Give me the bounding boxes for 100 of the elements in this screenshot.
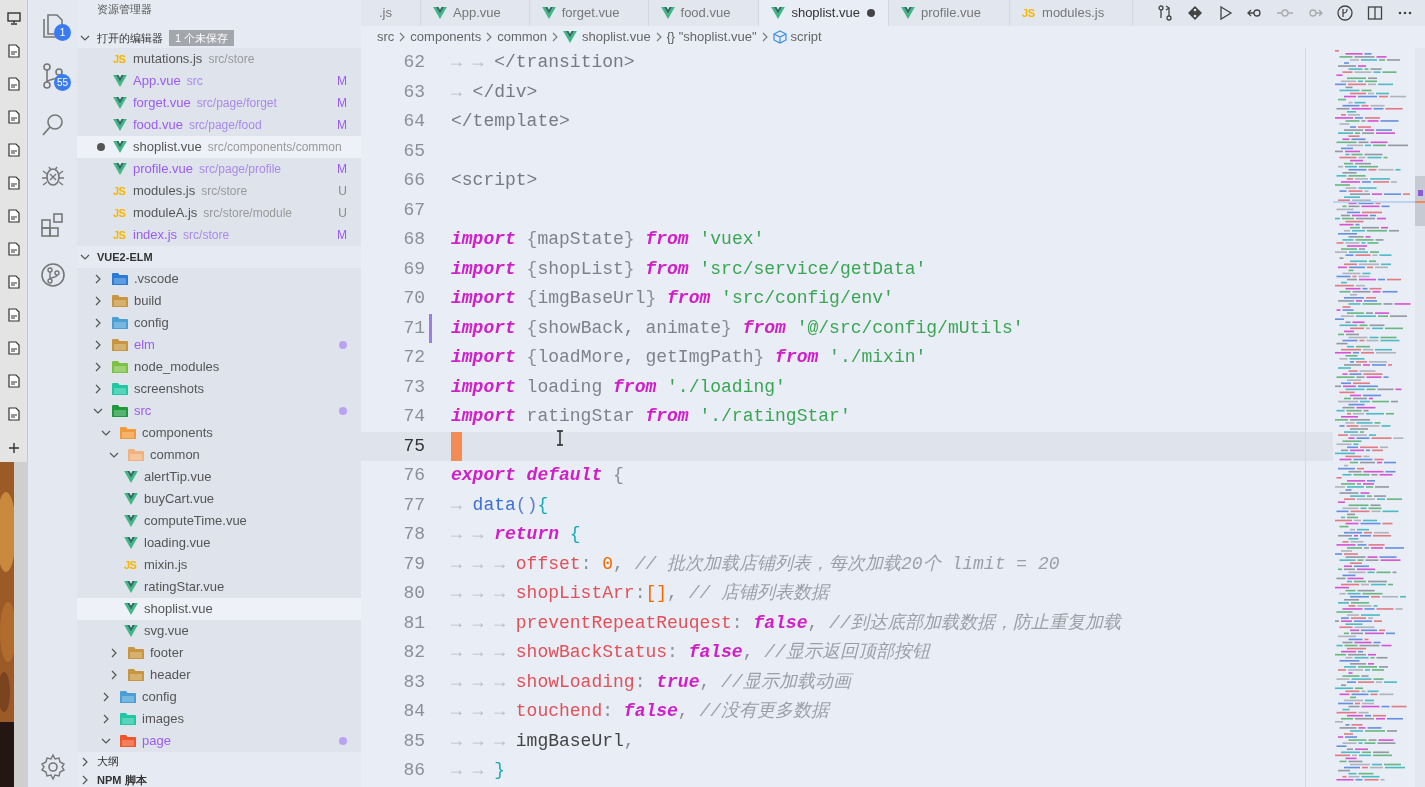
- editor-tab[interactable]: App.vue: [421, 0, 530, 26]
- open-editor-item[interactable]: JS index.js src/store M: [77, 224, 361, 246]
- file-name: ratingStar.vue: [144, 578, 225, 597]
- file-name: node_modules: [134, 358, 220, 377]
- tree-item[interactable]: shoplist.vue: [77, 598, 361, 620]
- file-name: food.vue: [133, 116, 183, 135]
- section-header[interactable]: 打开的编辑器 1 个未保存: [77, 28, 361, 48]
- open-editor-item[interactable]: food.vue src/page/food M: [77, 114, 361, 136]
- tree-item[interactable]: buyCart.vue: [77, 488, 361, 510]
- whitespace-marker: →→→: [451, 670, 516, 694]
- text-cursor: [451, 431, 462, 461]
- split-editor-icon[interactable]: [1367, 5, 1383, 21]
- code-token: 'vuex': [698, 228, 765, 252]
- tree-item[interactable]: page: [77, 730, 361, 752]
- folder-icon: [128, 646, 144, 660]
- line-number: 75: [402, 434, 425, 458]
- file-name: images: [142, 710, 184, 729]
- plus-icon: [7, 442, 20, 454]
- code-token: showBack, animate: [537, 316, 722, 340]
- code-token: ,: [667, 582, 679, 606]
- tree-item[interactable]: alertTip.vue: [77, 466, 361, 488]
- tree-item[interactable]: header: [77, 664, 361, 686]
- git-icon[interactable]: [1187, 5, 1203, 21]
- editor-tab[interactable]: profile.vue: [889, 0, 1011, 26]
- code-token: from: [775, 346, 819, 370]
- tree-item[interactable]: elm: [77, 334, 361, 356]
- breadcrumb-item[interactable]: src: [377, 27, 395, 47]
- file-name: src: [134, 402, 152, 421]
- tree-item[interactable]: loading.vue: [77, 532, 361, 554]
- breadcrumb-item[interactable]: shoplist.vue: [563, 27, 651, 47]
- tree-item[interactable]: ratingStar.vue: [77, 576, 361, 598]
- tree-item[interactable]: src: [77, 400, 361, 422]
- code-token: '@/src/config/mUtils': [795, 316, 1024, 340]
- section-header[interactable]: NPM 脚本: [77, 771, 361, 787]
- tree-item[interactable]: svg.vue: [77, 620, 361, 642]
- folder-icon: [120, 734, 136, 748]
- breadcrumb-item[interactable]: common: [497, 27, 548, 47]
- code-token: {: [525, 287, 538, 311]
- file-path: src/components/common: [207, 139, 342, 156]
- document-icon: [7, 77, 20, 91]
- document-icon: [7, 176, 20, 190]
- editor-tab[interactable]: shoplist.vue: [759, 0, 890, 26]
- git-status: M: [337, 161, 347, 178]
- tree-item[interactable]: components: [77, 422, 361, 444]
- editor-tab[interactable]: JS modules.js: [1010, 0, 1134, 26]
- unsaved-badge: 1 个未保存: [169, 30, 235, 46]
- compare-icon[interactable]: [1157, 5, 1173, 21]
- section-header[interactable]: 大纲: [77, 752, 361, 771]
- section-header[interactable]: VUE2-ELM: [77, 246, 361, 268]
- folder-icon: [112, 272, 128, 286]
- breadcrumb-item[interactable]: script: [772, 27, 822, 47]
- open-editor-item[interactable]: JS modules.js src/store U: [77, 180, 361, 202]
- code-token: export default: [451, 464, 603, 488]
- code-token: }: [623, 257, 636, 281]
- file-name: computeTime.vue: [144, 512, 247, 531]
- git-status: M: [337, 73, 347, 90]
- editor-tab[interactable]: .js: [361, 0, 421, 26]
- open-editor-item[interactable]: profile.vue src/page/profile M: [77, 158, 361, 180]
- document-icon: [7, 407, 20, 421]
- tree-item[interactable]: build: [77, 290, 361, 312]
- open-editor-item[interactable]: shoplist.vue src/components/common: [77, 136, 361, 158]
- vue-icon: [113, 141, 127, 153]
- document-icon: [7, 341, 20, 355]
- code-token: import: [451, 228, 516, 252]
- line-number: 77: [402, 493, 425, 517]
- count-badge: 1: [54, 24, 71, 41]
- tree-item[interactable]: config: [77, 312, 361, 334]
- code-token: import: [451, 346, 516, 370]
- tree-item[interactable]: computeTime.vue: [77, 510, 361, 532]
- code-token: :: [667, 641, 679, 665]
- tree-item[interactable]: .vscode: [77, 268, 361, 290]
- tree-item[interactable]: common: [77, 444, 361, 466]
- settings-icon: [38, 753, 67, 781]
- breadcrumb-item[interactable]: {} "shoplist.vue": [666, 27, 757, 47]
- file-name: shoplist.vue: [144, 600, 213, 619]
- tree-item[interactable]: footer: [77, 642, 361, 664]
- tree-item[interactable]: config: [77, 686, 361, 708]
- whitespace-marker: →→→: [451, 641, 516, 665]
- activity-bar-item[interactable]: 55: [28, 50, 77, 100]
- code-token: {: [525, 346, 538, 370]
- play-icon[interactable]: [1217, 5, 1233, 21]
- open-editor-item[interactable]: JS moduleA.js src/store/module U: [77, 202, 361, 224]
- editor-tab[interactable]: forget.vue: [529, 0, 649, 26]
- code-comment: // 批次加载店铺列表，每次加载20个 limit = 20: [634, 552, 1060, 576]
- breadcrumb-item[interactable]: components: [410, 27, 482, 47]
- open-editor-item[interactable]: JS mutations.js src/store: [77, 48, 361, 70]
- tree-item[interactable]: screenshots: [77, 378, 361, 400]
- tree-item[interactable]: node_modules: [77, 356, 361, 378]
- activity-bar-item[interactable]: 1: [28, 0, 77, 50]
- whitespace-marker: →→→: [451, 582, 516, 606]
- code-token: from: [645, 228, 689, 252]
- tree-item[interactable]: images: [77, 708, 361, 730]
- panel-title: 资源管理器: [96, 2, 153, 17]
- tree-item[interactable]: JS mixin.js: [77, 554, 361, 576]
- code-token: {: [525, 228, 538, 252]
- scrollbar-thumb[interactable]: [1415, 176, 1425, 226]
- open-editor-item[interactable]: App.vue src M: [77, 70, 361, 92]
- open-editor-item[interactable]: forget.vue src/page/forget M: [77, 92, 361, 114]
- branch-icon[interactable]: [1337, 5, 1353, 21]
- line-number: 63: [402, 80, 425, 104]
